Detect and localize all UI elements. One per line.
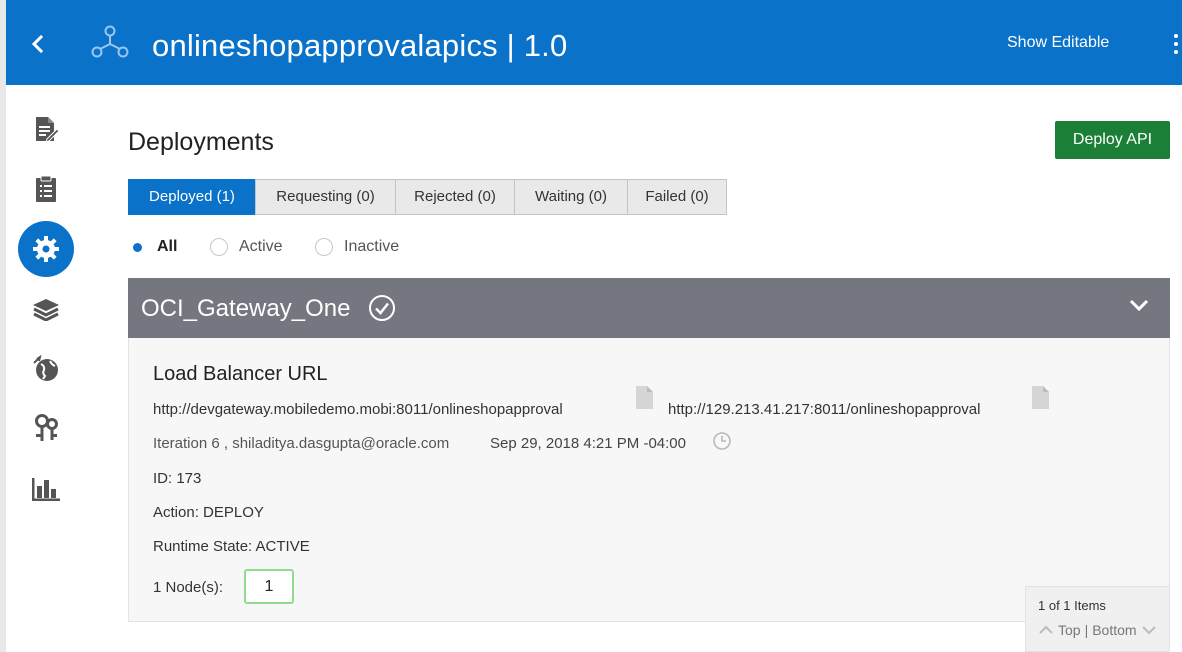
chevron-down-icon[interactable] xyxy=(1126,292,1152,318)
radio-button[interactable] xyxy=(315,238,333,256)
chevron-down-icon[interactable] xyxy=(1141,624,1157,636)
back-button[interactable] xyxy=(28,30,48,58)
filter-active-label: Active xyxy=(239,238,283,255)
deploy-api-button[interactable]: Deploy API xyxy=(1055,121,1170,159)
sidebar-item-clipboard[interactable] xyxy=(18,161,74,217)
deployment-date: Sep 29, 2018 4:21 PM -04:00 xyxy=(490,435,686,452)
pager-navigation: Top | Bottom xyxy=(1038,622,1157,638)
sidebar-item-globe[interactable] xyxy=(18,341,74,397)
load-balancer-title: Load Balancer URL xyxy=(153,363,328,385)
filter-inactive-label: Inactive xyxy=(344,238,400,255)
copy-icon[interactable] xyxy=(632,385,656,413)
load-balancer-url-1[interactable]: http://devgateway.mobiledemo.mobi:8011/o… xyxy=(153,400,563,420)
iteration-author: Iteration 6 , shiladitya.dasgupta@oracle… xyxy=(153,435,450,452)
clipboard-list-icon xyxy=(36,175,56,202)
radio-button[interactable] xyxy=(210,238,228,256)
pagination-panel: 1 of 1 Items Top | Bottom xyxy=(1025,586,1170,652)
deployment-id: ID: 173 xyxy=(153,470,202,487)
filter-active-radio[interactable]: Active xyxy=(210,235,283,259)
filter-all-radio[interactable]: All xyxy=(128,235,177,259)
pager-separator: | xyxy=(1084,622,1089,638)
bottom-link[interactable]: Bottom xyxy=(1092,622,1136,638)
page-title: Deployments xyxy=(128,128,274,156)
sidebar-item-deployments[interactable] xyxy=(18,221,74,277)
api-document-icon xyxy=(36,117,59,143)
sidebar-item-layers[interactable] xyxy=(18,281,74,337)
filter-inactive-radio[interactable]: Inactive xyxy=(315,235,399,259)
clock-icon xyxy=(713,432,731,450)
tab-deployed[interactable]: Deployed (1) xyxy=(128,179,256,215)
radio-button[interactable] xyxy=(128,238,146,256)
layers-icon xyxy=(33,299,59,321)
load-balancer-url-2[interactable]: http://129.213.41.217:8011/onlineshopapp… xyxy=(668,400,980,420)
api-title: onlineshopapprovalapics | 1.0 xyxy=(152,28,568,63)
globe-icon xyxy=(33,355,58,381)
api-network-icon xyxy=(91,25,129,58)
deployment-action: Action: DEPLOY xyxy=(153,504,264,521)
app-header: onlineshopapprovalapics | 1.0 Show Edita… xyxy=(6,0,1182,85)
tab-waiting[interactable]: Waiting (0) xyxy=(514,179,628,215)
gateway-panel-body: Load Balancer URL http://devgateway.mobi… xyxy=(128,338,1170,622)
copy-icon[interactable] xyxy=(1028,385,1052,413)
tab-failed[interactable]: Failed (0) xyxy=(627,179,727,215)
keys-icon xyxy=(35,414,58,441)
nodes-count-badge[interactable]: 1 xyxy=(244,569,294,604)
deployment-status-tabs: Deployed (1) Requesting (0) Rejected (0)… xyxy=(128,179,727,215)
chevron-up-icon[interactable] xyxy=(1038,624,1054,636)
sidebar xyxy=(6,85,90,652)
sidebar-item-analytics[interactable] xyxy=(18,461,74,517)
items-count: 1 of 1 Items xyxy=(1038,598,1106,613)
sidebar-item-api-document[interactable] xyxy=(18,101,74,157)
gateway-name: OCI_Gateway_One xyxy=(141,295,351,322)
sidebar-item-keys[interactable] xyxy=(18,401,74,457)
gateway-panel-header[interactable]: OCI_Gateway_One xyxy=(128,278,1170,338)
runtime-state: Runtime State: ACTIVE xyxy=(153,538,310,555)
analytics-bar-chart-icon xyxy=(32,478,60,501)
top-link[interactable]: Top xyxy=(1058,622,1081,638)
show-editable-link[interactable]: Show Editable xyxy=(1007,33,1109,53)
nodes-label: 1 Node(s): xyxy=(153,579,224,596)
kebab-menu-icon[interactable] xyxy=(1174,34,1182,58)
tab-requesting[interactable]: Requesting (0) xyxy=(255,179,396,215)
tab-rejected[interactable]: Rejected (0) xyxy=(395,179,515,215)
chevron-left-icon xyxy=(31,34,44,54)
filter-all-label: All xyxy=(157,238,178,255)
deployments-gear-icon xyxy=(33,236,59,262)
check-circle-icon xyxy=(369,295,395,321)
